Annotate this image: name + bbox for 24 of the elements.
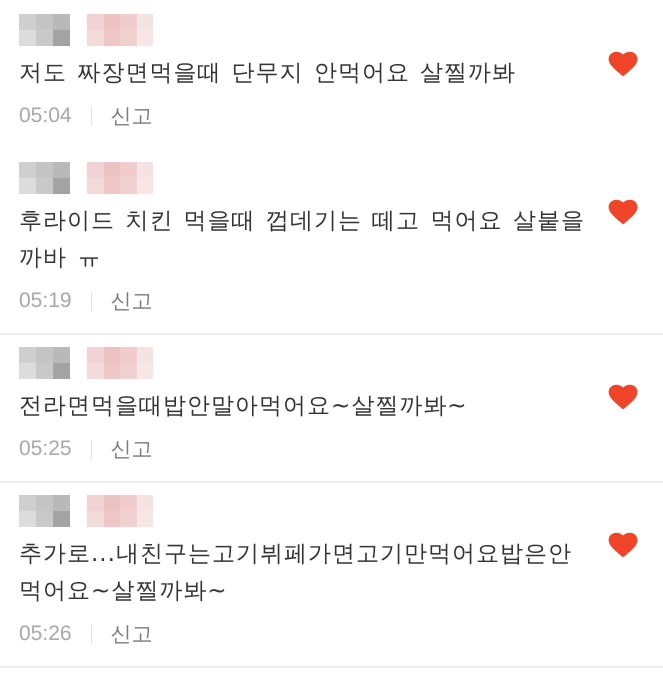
pixelated-name-drawing [19, 347, 70, 379]
pixelated-tag-drawing [87, 495, 153, 527]
report-link[interactable]: 신고 [110, 435, 153, 463]
comment-time: 05:26 [19, 622, 72, 646]
comment-time: 05:25 [19, 437, 72, 461]
report-link[interactable]: 신고 [110, 620, 153, 648]
comment-text: 후라이드 치킨 먹을때 껍데기는 떼고 먹어요 살붙을 까바 ㅠ [19, 207, 586, 273]
heart-icon[interactable] [608, 532, 638, 558]
comment-time: 05:04 [19, 104, 72, 128]
pixelated-tag-drawing [87, 347, 153, 379]
pixelated-name-drawing [19, 14, 70, 46]
report-link[interactable]: 신고 [110, 102, 153, 130]
comment-text: 저도 짜장면먹을때 단무지 안먹어요 살찔까봐 [19, 59, 518, 88]
heart-icon[interactable] [608, 384, 638, 410]
pixelated-name-drawing [19, 162, 70, 194]
report-link[interactable]: 신고 [110, 287, 153, 315]
pixelated-tag-drawing [87, 14, 153, 46]
pixelated-tag-drawing [87, 162, 153, 194]
heart-icon[interactable] [608, 199, 638, 225]
comment-text: 추가로...내친구는고기뷔페가면고기만먹어요밥은안 먹어요~살찔까봐~ [19, 540, 573, 606]
pixelated-name-drawing [19, 495, 70, 527]
comment-time: 05:19 [19, 289, 72, 313]
comment-text: 전라면먹을때밥안말아먹어요~살찔까봐~ [19, 392, 469, 421]
heart-icon[interactable] [608, 51, 638, 77]
